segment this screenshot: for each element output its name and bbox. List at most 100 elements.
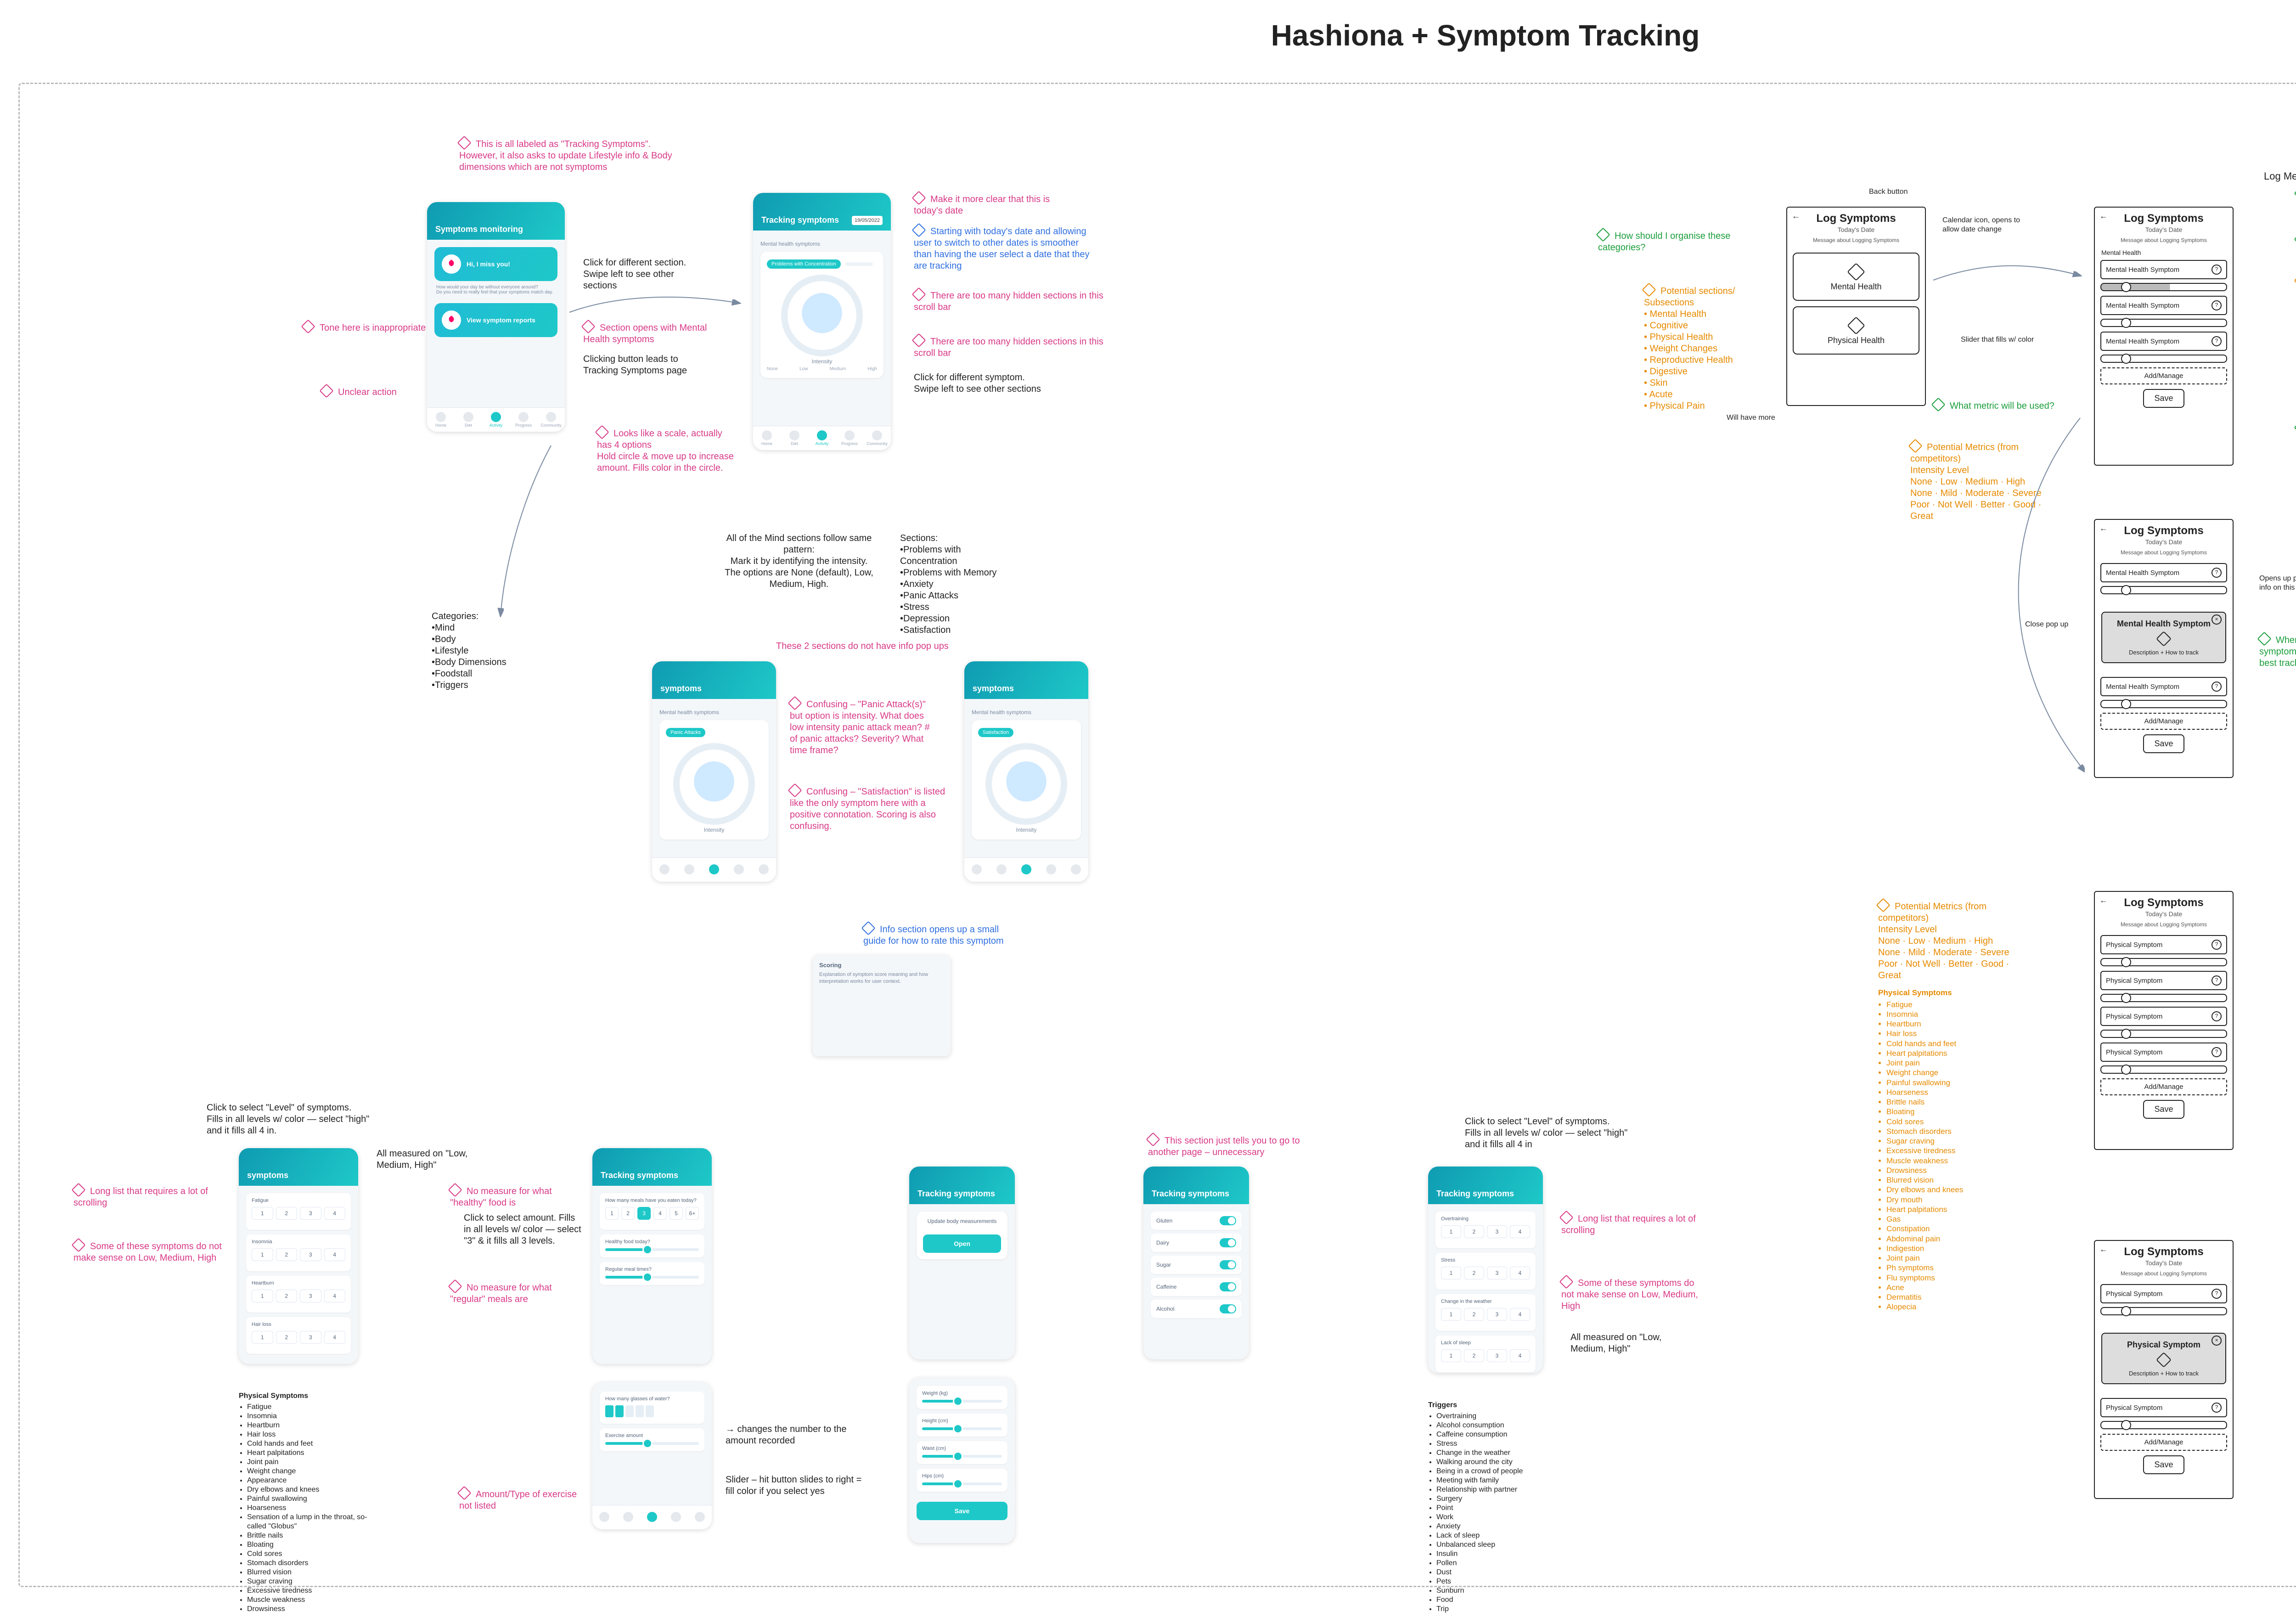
- toggle-icon[interactable]: [1220, 1260, 1236, 1269]
- close-icon[interactable]: ×: [2212, 1336, 2222, 1346]
- toggle-row[interactable]: Alcohol: [1151, 1300, 1242, 1318]
- info-icon[interactable]: ?: [2212, 975, 2222, 986]
- intensity-dial[interactable]: Intensity None Low Medium High: [767, 275, 877, 372]
- level-row[interactable]: Fatigue1234: [246, 1193, 351, 1230]
- symptom-slider[interactable]: [2100, 283, 2227, 291]
- symptom-slider[interactable]: [2100, 1030, 2227, 1038]
- symptom-slider[interactable]: [2100, 700, 2227, 708]
- add-manage-button[interactable]: Add/Manage: [2100, 1434, 2227, 1451]
- tab-home[interactable]: Home: [754, 430, 779, 446]
- save-button[interactable]: Save: [2143, 734, 2184, 753]
- tab-diet[interactable]: Diet: [782, 430, 807, 446]
- symptom-row[interactable]: Physical Symptom?: [2100, 1398, 2227, 1417]
- back-icon[interactable]: ←: [2099, 896, 2108, 905]
- info-icon[interactable]: ?: [2212, 300, 2222, 310]
- trigger-row[interactable]: Lack of sleep1234: [1435, 1336, 1536, 1372]
- toggle-row[interactable]: Gluten: [1151, 1212, 1242, 1230]
- glass-icon[interactable]: [605, 1405, 613, 1417]
- level-row[interactable]: Hair loss1234: [246, 1317, 351, 1354]
- symptom-row[interactable]: Mental Health Symptom?: [2100, 332, 2227, 351]
- symptom-row[interactable]: Mental Health Symptom?: [2100, 677, 2227, 696]
- toggle-row[interactable]: Sugar: [1151, 1256, 1242, 1274]
- glass-icon[interactable]: [646, 1405, 654, 1417]
- healthy-food-row[interactable]: Healthy food today?: [600, 1234, 704, 1257]
- symptom-chip[interactable]: Satisfaction: [978, 728, 1013, 737]
- back-icon[interactable]: ←: [2099, 524, 2108, 533]
- body-field[interactable]: Height (cm): [917, 1414, 1007, 1437]
- body-field[interactable]: Weight (kg): [917, 1386, 1007, 1409]
- save-button[interactable]: Save: [2143, 1455, 2184, 1474]
- symptom-row[interactable]: Mental Health Symptom?: [2100, 563, 2227, 582]
- info-icon[interactable]: ?: [2212, 1403, 2222, 1413]
- date-pill[interactable]: 19/05/2022: [852, 216, 883, 225]
- symptom-row[interactable]: Physical Symptom?: [2100, 1007, 2227, 1026]
- symptom-chip[interactable]: Problems with Concentration: [767, 259, 841, 269]
- tab-progress[interactable]: Progress: [837, 430, 862, 446]
- tab-community[interactable]: Community: [865, 430, 889, 446]
- symptom-chip-next[interactable]: [845, 262, 873, 266]
- toggle-icon[interactable]: [1220, 1216, 1236, 1225]
- tab-activity[interactable]: Activity: [810, 430, 834, 446]
- info-icon[interactable]: ?: [2212, 336, 2222, 346]
- trigger-row[interactable]: Overtraining1234: [1435, 1212, 1536, 1248]
- back-icon[interactable]: ←: [1792, 211, 1800, 221]
- body-field[interactable]: Hips (cm): [917, 1469, 1007, 1492]
- symptom-slider[interactable]: [2100, 586, 2227, 594]
- tab-home[interactable]: Home: [428, 412, 453, 428]
- trigger-row[interactable]: Change in the weather1234: [1435, 1294, 1536, 1331]
- level-row[interactable]: Insomnia1234: [246, 1234, 351, 1271]
- toggle-row[interactable]: Dairy: [1151, 1234, 1242, 1252]
- intensity-dial[interactable]: Intensity: [666, 743, 762, 833]
- category-mental-health[interactable]: Mental Health: [1793, 253, 1919, 301]
- save-button[interactable]: Save: [2143, 389, 2184, 408]
- add-manage-button[interactable]: Add/Manage: [2100, 367, 2227, 384]
- back-icon[interactable]: ←: [2099, 211, 2108, 221]
- symptom-row[interactable]: Mental Health Symptom?: [2100, 296, 2227, 315]
- whiteboard-canvas[interactable]: Hashiona + Symptom Tracking Symptoms mon…: [0, 0, 2296, 1604]
- info-icon[interactable]: ?: [2212, 265, 2222, 275]
- category-physical-health[interactable]: Physical Health: [1793, 306, 1919, 355]
- symptom-slider[interactable]: [2100, 1421, 2227, 1429]
- glass-icon[interactable]: [636, 1405, 644, 1417]
- add-manage-button[interactable]: Add/Manage: [2100, 1078, 2227, 1095]
- back-icon[interactable]: ←: [2099, 1245, 2108, 1254]
- toggle-row[interactable]: Caffeine: [1151, 1278, 1242, 1296]
- symptom-slider[interactable]: [2100, 1307, 2227, 1315]
- symptom-row[interactable]: Mental Health Symptom?: [2100, 260, 2227, 279]
- glass-icon[interactable]: [615, 1405, 624, 1417]
- tab-diet[interactable]: Diet: [456, 412, 481, 428]
- info-icon[interactable]: ?: [2212, 568, 2222, 578]
- body-field[interactable]: Waist (cm): [917, 1441, 1007, 1464]
- view-reports-card[interactable]: View symptom reports: [434, 303, 557, 337]
- water-row[interactable]: How many glasses of water?: [600, 1392, 704, 1424]
- info-icon[interactable]: ?: [2212, 1011, 2222, 1021]
- open-body-button[interactable]: Open: [923, 1234, 1001, 1253]
- symptom-slider[interactable]: [2100, 319, 2227, 327]
- tab-progress[interactable]: Progress: [511, 412, 536, 428]
- level-row[interactable]: Heartburn1234: [246, 1276, 351, 1313]
- tab-activity[interactable]: Activity: [484, 412, 508, 428]
- tab-community[interactable]: Community: [539, 412, 563, 428]
- info-icon[interactable]: ?: [2212, 1289, 2222, 1299]
- glass-icon[interactable]: [625, 1405, 634, 1417]
- symptom-row[interactable]: Physical Symptom?: [2100, 935, 2227, 954]
- symptom-slider[interactable]: [2100, 994, 2227, 1002]
- symptom-chip[interactable]: Panic Attacks: [666, 728, 705, 737]
- exercise-row[interactable]: Exercise amount: [600, 1428, 704, 1451]
- save-button[interactable]: Save: [2143, 1100, 2184, 1119]
- symptom-row[interactable]: Physical Symptom?: [2100, 1284, 2227, 1303]
- info-icon[interactable]: ?: [2212, 1047, 2222, 1057]
- toggle-icon[interactable]: [1220, 1304, 1236, 1313]
- symptom-slider[interactable]: [2100, 958, 2227, 966]
- info-icon[interactable]: ?: [2212, 940, 2222, 950]
- info-icon[interactable]: ?: [2212, 682, 2222, 692]
- close-icon[interactable]: ×: [2212, 614, 2222, 625]
- regular-meals-row[interactable]: Regular meal times?: [600, 1262, 704, 1285]
- greeting-card[interactable]: Hi, I miss you!: [434, 247, 557, 281]
- meals-row[interactable]: How many meals have you eaten today? 1 2…: [600, 1193, 704, 1230]
- symptom-row[interactable]: Physical Symptom?: [2100, 971, 2227, 990]
- symptom-row[interactable]: Physical Symptom?: [2100, 1043, 2227, 1062]
- toggle-icon[interactable]: [1220, 1282, 1236, 1291]
- trigger-row[interactable]: Stress1234: [1435, 1253, 1536, 1290]
- save-button[interactable]: Save: [917, 1502, 1007, 1520]
